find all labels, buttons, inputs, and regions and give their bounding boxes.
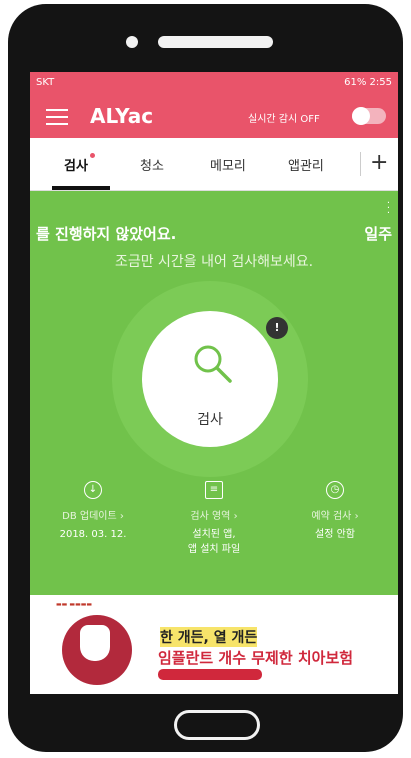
db-update-info[interactable]: ↓ DB 업데이트 › 2018. 03. 12.: [38, 481, 148, 542]
earpiece-speaker: [158, 36, 273, 48]
ad-brand-logo: ▬▬ ▬▬▬▬: [56, 601, 93, 608]
ad-headline: 한 개든, 열 개든: [160, 627, 258, 647]
home-button[interactable]: [174, 710, 260, 740]
realtime-toggle[interactable]: [352, 107, 386, 125]
db-update-value: 2018. 03. 12.: [59, 529, 127, 540]
scan-status-subline: 조금만 시간을 내어 검사해보세요.: [114, 254, 314, 270]
download-icon: ↓: [84, 481, 102, 499]
scan-area-info[interactable]: ≡ 검사 영역 › 설치된 앱, 앱 설치 파일: [159, 481, 269, 557]
clock-icon: ◷: [326, 481, 344, 499]
new-dot-icon: [89, 153, 95, 158]
add-tab-button[interactable]: +: [370, 150, 388, 175]
scheduled-scan-title: 예약 검사 ›: [311, 511, 359, 522]
ad-banner[interactable]: ▬▬ ▬▬▬▬ 한 개든, 열 개든 임플란트 개수 무제한 치아보험: [30, 595, 398, 694]
document-icon: ≡: [205, 481, 223, 499]
ad-cta-pill: [158, 669, 262, 680]
alert-badge: !: [266, 317, 288, 339]
scan-status-headline-right: 일주: [364, 225, 392, 243]
ad-subheadline: 임플란트 개수 무제한 치아보험: [158, 649, 354, 667]
tooth-icon: [80, 625, 110, 661]
carrier-label: SKT: [36, 77, 55, 88]
menu-icon[interactable]: [46, 109, 68, 125]
tab-label: 검사: [64, 159, 88, 174]
scan-area-title: 검사 영역 ›: [190, 511, 238, 522]
scan-area-value: 설치된 앱, 앱 설치 파일: [187, 529, 241, 555]
toggle-knob: [352, 107, 370, 125]
status-bar: SKT 61% 2:55: [30, 72, 398, 94]
scan-panel: · · · 를 진행하지 않았어요. 일주 조금만 시간을 내어 검사해보세요. 검…: [30, 191, 398, 595]
phone-frame: SKT 61% 2:55 ALYac 실시간 감시 OFF 검사 청소 메모리 …: [8, 4, 403, 752]
app-bar: ALYac 실시간 감시 OFF: [30, 94, 398, 138]
more-options-icon[interactable]: · · ·: [387, 199, 390, 219]
db-update-title: DB 업데이트 ›: [62, 511, 124, 522]
tab-memory[interactable]: 메모리: [210, 155, 246, 174]
tab-bar: 검사 청소 메모리 앱관리 +: [30, 138, 398, 191]
scan-button-label: 검사: [197, 412, 223, 428]
tab-clean[interactable]: 청소: [140, 155, 164, 174]
tab-divider: [360, 152, 361, 176]
front-camera: [126, 36, 138, 48]
app-title: ALYac: [90, 104, 154, 128]
search-icon: [194, 345, 232, 383]
tab-app-manager[interactable]: 앱관리: [288, 155, 324, 174]
scheduled-scan-info[interactable]: ◷ 예약 검사 › 설정 안함: [280, 481, 390, 542]
scheduled-scan-value: 설정 안함: [315, 529, 355, 540]
app-screen: SKT 61% 2:55 ALYac 실시간 감시 OFF 검사 청소 메모리 …: [30, 72, 398, 694]
status-right: 61% 2:55: [344, 77, 392, 88]
scan-status-headline: 를 진행하지 않았어요.: [36, 225, 177, 243]
tab-scan[interactable]: 검사: [64, 153, 95, 174]
realtime-scan-label: 실시간 감시 OFF: [248, 114, 320, 125]
active-tab-indicator: [52, 186, 110, 190]
